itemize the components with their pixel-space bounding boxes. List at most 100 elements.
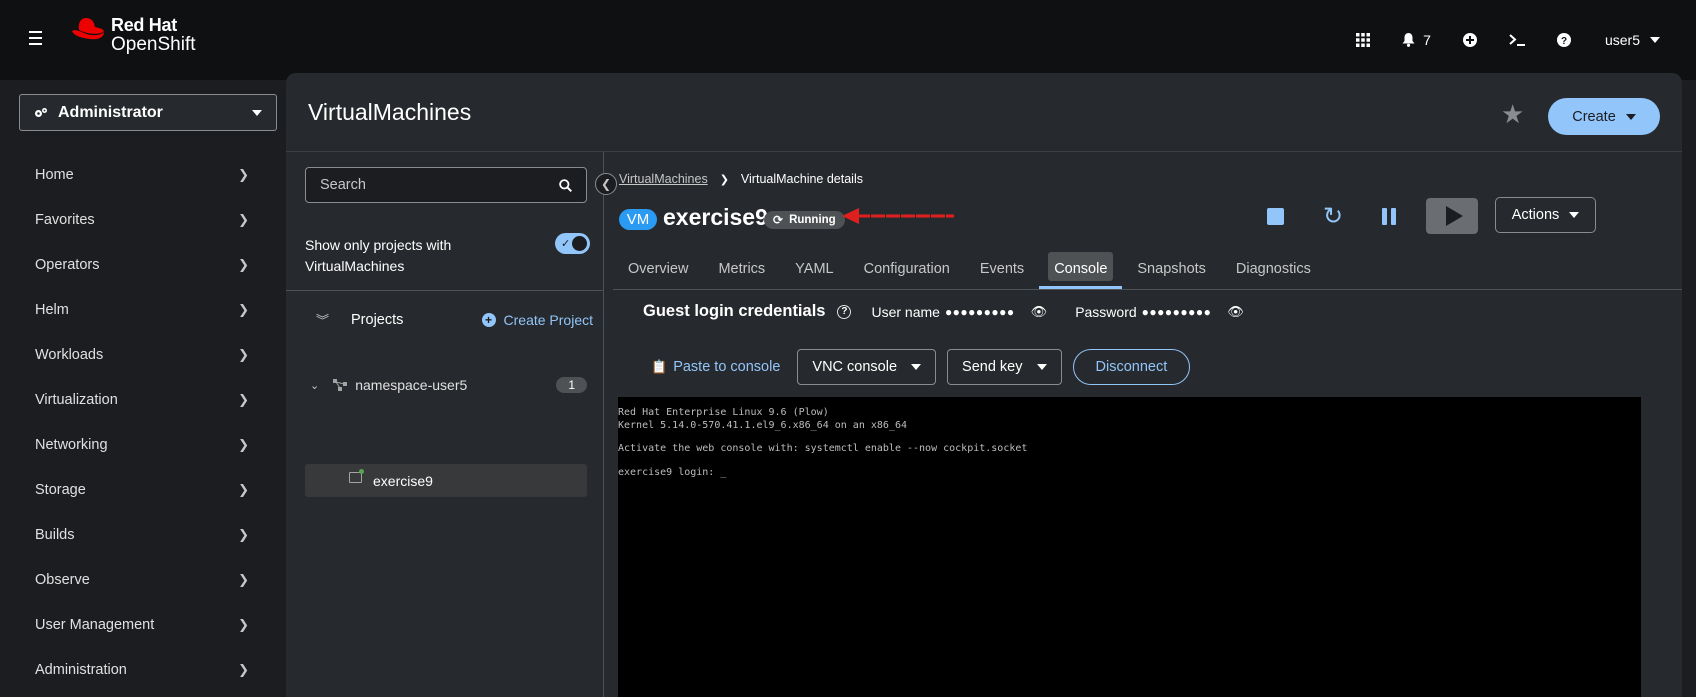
- username-masked-value: ●●●●●●●●●: [944, 304, 1015, 319]
- paste-to-console-button[interactable]: 📋 Paste to console: [651, 359, 780, 375]
- create-project-label: Create Project: [503, 311, 593, 328]
- chevron-right-icon: ❯: [238, 571, 249, 587]
- nav-item-networking[interactable]: Networking ❯: [0, 422, 284, 467]
- main-page: VirtualMachines ★ Create Search Show onl…: [286, 73, 1682, 697]
- tab-configuration[interactable]: Configuration: [849, 250, 965, 287]
- plus-circle-icon[interactable]: [1462, 33, 1477, 47]
- project-icon: [333, 379, 348, 391]
- nav-item-label: Networking: [35, 436, 108, 453]
- pause-icon-bar: [1391, 207, 1396, 225]
- annotation-arrow-icon: [842, 208, 954, 224]
- tab-console[interactable]: Console: [1039, 250, 1123, 289]
- restart-button[interactable]: ↻: [1318, 198, 1348, 234]
- panel-divider[interactable]: [603, 152, 604, 697]
- collapse-all-icon[interactable]: ︾: [316, 310, 329, 329]
- tab-diagnostics[interactable]: Diagnostics: [1221, 250, 1326, 287]
- create-project-button[interactable]: + Create Project: [481, 311, 593, 328]
- show-password-eye-icon[interactable]: 👁: [1227, 304, 1244, 320]
- projects-header: ︾ Projects + Create Project: [316, 310, 593, 329]
- hamburger-menu-icon[interactable]: [29, 31, 47, 47]
- password-label: Password: [1075, 303, 1137, 320]
- stop-button[interactable]: [1262, 198, 1288, 234]
- tab-metrics[interactable]: Metrics: [703, 250, 780, 287]
- nav-item-user-management[interactable]: User Management ❯: [0, 602, 284, 647]
- console-type-select[interactable]: VNC console: [797, 349, 937, 385]
- nav-item-helm[interactable]: Helm ❯: [0, 287, 284, 332]
- status-badge: ⟳ Running: [764, 211, 845, 229]
- send-key-dropdown[interactable]: Send key: [947, 349, 1062, 385]
- caret-down-icon: [911, 364, 922, 370]
- sidebar: Administrator Home ❯ Favorites ❯ Operators…: [0, 80, 284, 697]
- redhat-logo-icon: [72, 18, 104, 40]
- caret-down-icon[interactable]: ⌄: [310, 379, 319, 392]
- tab-label: Configuration: [863, 260, 950, 277]
- nav-item-workloads[interactable]: Workloads ❯: [0, 332, 284, 377]
- chevron-right-icon: ❯: [238, 166, 249, 182]
- favorite-star-icon[interactable]: ★: [1501, 99, 1531, 129]
- perspective-switcher[interactable]: Administrator: [19, 94, 277, 131]
- nav-item-label: Workloads: [35, 346, 104, 363]
- start-button[interactable]: [1426, 198, 1478, 234]
- caret-down-icon: [1625, 113, 1636, 120]
- help-icon[interactable]: ?: [1556, 33, 1571, 47]
- vnc-console-screen[interactable]: Red Hat Enterprise Linux 9.6 (Plow) Kern…: [618, 397, 1641, 697]
- nav-item-favorites[interactable]: Favorites ❯: [0, 197, 284, 242]
- chevron-right-icon: ❯: [238, 346, 249, 362]
- caret-down-icon: [1650, 37, 1660, 43]
- apps-grid-icon[interactable]: [1356, 33, 1371, 47]
- tree-vm-node[interactable]: exercise9: [305, 464, 587, 497]
- tab-bar: Overview Metrics YAML Configuration Even…: [613, 250, 1682, 289]
- chevron-right-icon: ❯: [238, 661, 249, 677]
- chevron-right-icon: ❯: [238, 256, 249, 272]
- nav-item-administration[interactable]: Administration ❯: [0, 647, 284, 692]
- breadcrumb-link-virtualmachines[interactable]: VirtualMachines: [619, 172, 708, 186]
- nav-item-storage[interactable]: Storage ❯: [0, 467, 284, 512]
- nav-item-operators[interactable]: Operators ❯: [0, 242, 284, 287]
- plus-circle-icon: +: [481, 312, 496, 327]
- check-icon: ✓: [561, 238, 571, 250]
- breadcrumb: VirtualMachines ❯ VirtualMachine details: [619, 172, 863, 186]
- logo-line2: OpenShift: [111, 34, 196, 55]
- nav-item-label: Operators: [35, 256, 100, 273]
- redhat-openshift-logo[interactable]: Red Hat OpenShift: [70, 16, 196, 54]
- paste-label: Paste to console: [673, 359, 781, 375]
- credentials-title: Guest login credentials: [643, 302, 826, 320]
- toggle-knob: [572, 236, 587, 251]
- nav-item-label: Favorites: [35, 211, 95, 228]
- tree-namespace-node[interactable]: ⌄ namespace-user5 1: [310, 377, 587, 393]
- disconnect-button[interactable]: Disconnect: [1072, 349, 1191, 385]
- chevron-right-icon: ❯: [238, 211, 249, 227]
- page-title: VirtualMachines: [308, 99, 472, 125]
- search-input[interactable]: Search: [305, 167, 587, 203]
- create-button[interactable]: Create: [1548, 98, 1660, 135]
- nav-item-label: Administration: [35, 661, 127, 678]
- pause-button[interactable]: [1376, 198, 1402, 234]
- vm-node-label: exercise9: [373, 472, 433, 489]
- tab-events[interactable]: Events: [965, 250, 1039, 287]
- tab-yaml[interactable]: YAML: [780, 250, 848, 287]
- user-menu[interactable]: user5: [1605, 32, 1660, 48]
- create-label: Create: [1572, 108, 1616, 125]
- show-projects-toggle[interactable]: ✓: [555, 233, 590, 254]
- tab-label: Diagnostics: [1235, 260, 1311, 277]
- notifications-button[interactable]: 7: [1402, 32, 1431, 48]
- running-dot-icon: [359, 469, 364, 474]
- tab-overview[interactable]: Overview: [613, 250, 703, 287]
- caret-down-icon: [252, 109, 262, 116]
- actions-label: Actions: [1511, 207, 1560, 223]
- play-icon: [1445, 206, 1463, 226]
- tab-snapshots[interactable]: Snapshots: [1122, 250, 1221, 287]
- show-username-eye-icon[interactable]: 👁: [1031, 304, 1048, 320]
- actions-dropdown[interactable]: Actions: [1495, 197, 1596, 233]
- nav-item-virtualization[interactable]: Virtualization ❯: [0, 377, 284, 422]
- nav-item-observe[interactable]: Observe ❯: [0, 557, 284, 602]
- collapse-panel-button[interactable]: ❮: [595, 173, 617, 195]
- help-icon[interactable]: ?: [837, 304, 852, 319]
- namespace-label: namespace-user5: [355, 377, 468, 393]
- terminal-icon[interactable]: [1509, 34, 1525, 46]
- nav-item-home[interactable]: Home ❯: [0, 152, 284, 197]
- chevron-right-icon: ❯: [719, 173, 729, 186]
- logo-line1: Red Hat: [111, 15, 177, 35]
- nav-item-builds[interactable]: Builds ❯: [0, 512, 284, 557]
- console-toolbar: 📋 Paste to console VNC console Send key …: [651, 349, 1191, 385]
